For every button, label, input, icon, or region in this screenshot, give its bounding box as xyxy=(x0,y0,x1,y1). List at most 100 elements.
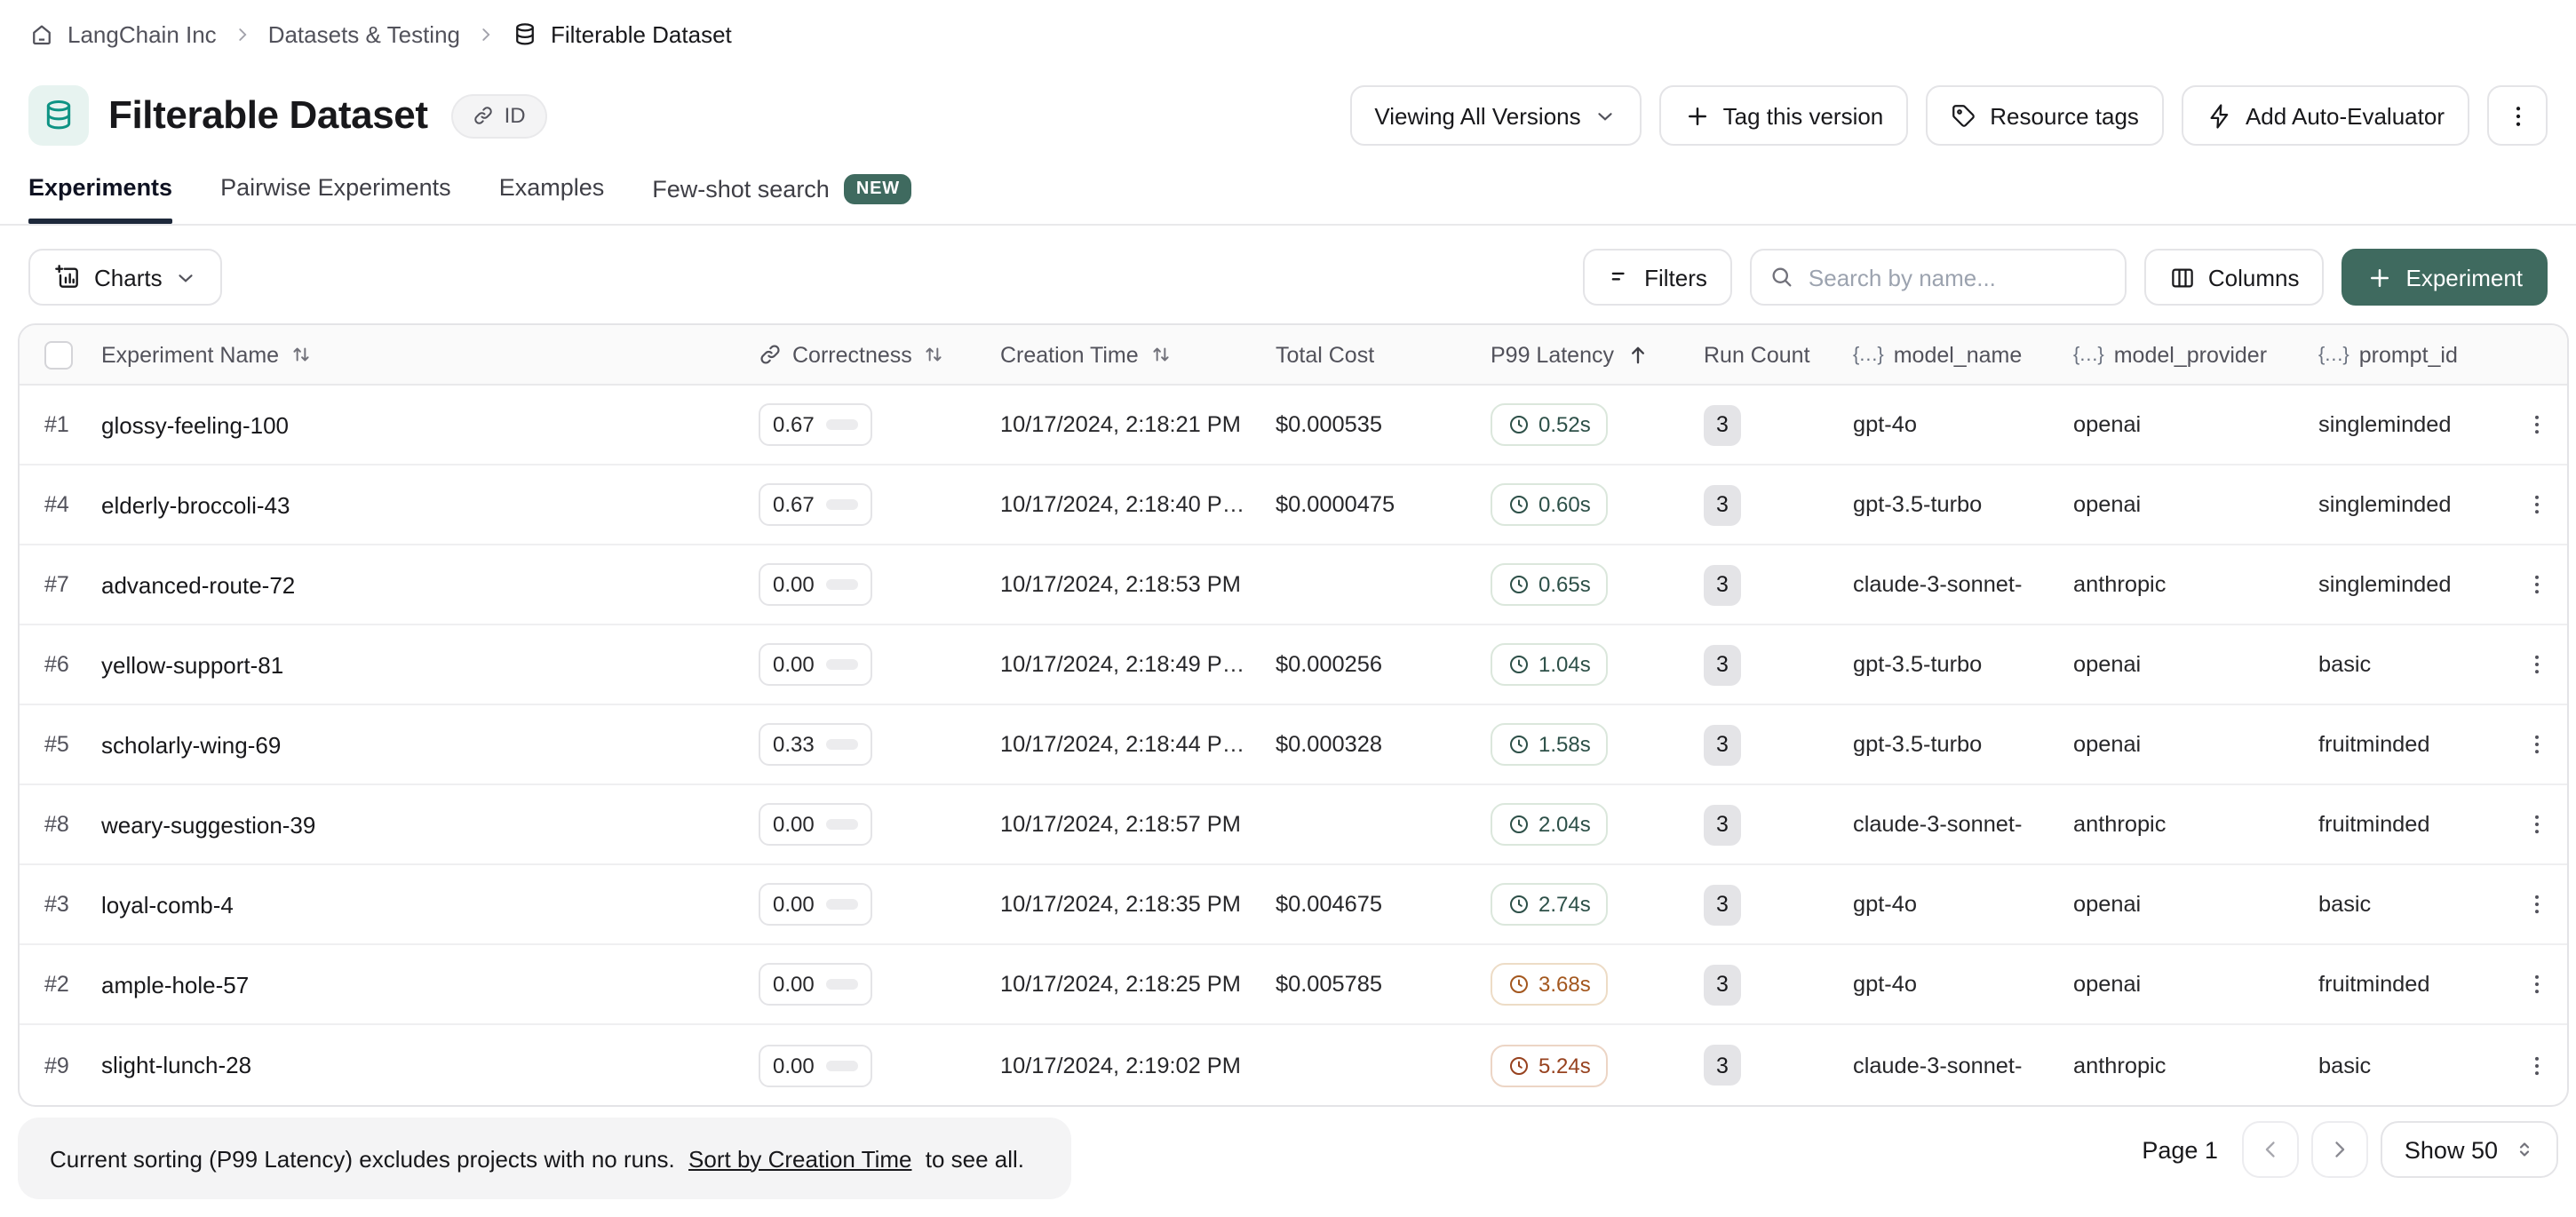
creation-time: 10/17/2024, 2:18:57 PM xyxy=(1000,812,1276,837)
experiment-name[interactable]: loyal-comb-4 xyxy=(101,891,759,918)
charts-button[interactable]: Charts xyxy=(28,249,223,306)
sorting-toast: Current sorting (P99 Latency) excludes p… xyxy=(18,1118,1071,1199)
correctness-value: 0.00 xyxy=(773,1053,815,1078)
table-row[interactable]: #7 advanced-route-72 0.00 10/17/2024, 2:… xyxy=(20,545,2567,625)
row-menu-button[interactable] xyxy=(2524,652,2549,677)
col-header-run-count[interactable]: Run Count xyxy=(1704,342,1853,367)
tag-version-button[interactable]: Tag this version xyxy=(1659,85,1909,146)
sort-ascending-icon xyxy=(1625,342,1650,367)
correctness-bar-track xyxy=(827,419,858,430)
metadata-braces-icon: {…} xyxy=(1853,344,1883,365)
page-label: Page 1 xyxy=(2142,1136,2218,1163)
select-all-checkbox[interactable] xyxy=(44,340,73,369)
tab-experiments[interactable]: Experiments xyxy=(28,174,172,222)
breadcrumb-org-label: LangChain Inc xyxy=(68,21,217,48)
latency-badge: 3.68s xyxy=(1491,963,1609,1006)
row-menu-button[interactable] xyxy=(2524,1053,2549,1078)
breadcrumb-current[interactable]: Filterable Dataset xyxy=(512,21,732,48)
experiment-name[interactable]: ample-hole-57 xyxy=(101,971,759,998)
latency-badge: 5.24s xyxy=(1491,1044,1609,1086)
page-title: Filterable Dataset xyxy=(108,92,428,139)
col-header-creation-time[interactable]: Creation Time xyxy=(1000,342,1276,367)
correctness-bar-track xyxy=(827,579,858,590)
table-row[interactable]: #3 loyal-comb-4 0.00 10/17/2024, 2:18:35… xyxy=(20,865,2567,945)
row-menu-button[interactable] xyxy=(2524,492,2549,517)
add-auto-evaluator-button[interactable]: Add Auto-Evaluator xyxy=(2182,85,2469,146)
new-experiment-button[interactable]: Experiment xyxy=(2342,249,2548,306)
table-row[interactable]: #4 elderly-broccoli-43 0.67 10/17/2024, … xyxy=(20,465,2567,545)
row-menu-button[interactable] xyxy=(2524,572,2549,597)
row-menu-button[interactable] xyxy=(2524,412,2549,437)
search-input[interactable] xyxy=(1809,264,2121,290)
breadcrumb-datasets[interactable]: Datasets & Testing xyxy=(268,21,460,48)
tab-pairwise-experiments[interactable]: Pairwise Experiments xyxy=(220,174,451,222)
sort-by-creation-time-link[interactable]: Sort by Creation Time xyxy=(688,1145,911,1172)
correctness-score: 0.00 xyxy=(759,803,872,846)
col-header-p99-latency[interactable]: P99 Latency xyxy=(1491,342,1704,367)
col-header-experiment-name[interactable]: Experiment Name xyxy=(101,342,759,367)
table-row[interactable]: #2 ample-hole-57 0.00 10/17/2024, 2:18:2… xyxy=(20,945,2567,1025)
header-more-button[interactable] xyxy=(2487,85,2548,146)
table-row[interactable]: #9 slight-lunch-28 0.00 10/17/2024, 2:19… xyxy=(20,1025,2567,1105)
run-count-badge: 3 xyxy=(1704,964,1741,1005)
model-provider: openai xyxy=(2073,492,2318,517)
tab-few-shot-search[interactable]: Few-shot search NEW xyxy=(652,174,912,226)
tag-icon xyxy=(1951,102,1977,129)
page-size-select[interactable]: Show 50 xyxy=(2381,1121,2558,1178)
model-name: gpt-4o xyxy=(1853,972,2073,997)
experiment-name[interactable]: glossy-feeling-100 xyxy=(101,411,759,438)
experiment-name[interactable]: yellow-support-81 xyxy=(101,651,759,678)
table-row[interactable]: #6 yellow-support-81 0.00 10/17/2024, 2:… xyxy=(20,625,2567,705)
total-cost: $0.005785 xyxy=(1276,972,1491,997)
previous-page-button[interactable] xyxy=(2243,1121,2300,1178)
filters-button[interactable]: Filters xyxy=(1582,249,1732,306)
up-down-chevrons-icon xyxy=(2514,1139,2535,1160)
dataset-id-pill[interactable]: ID xyxy=(451,93,547,138)
row-menu-button[interactable] xyxy=(2524,732,2549,757)
row-menu-button[interactable] xyxy=(2524,812,2549,837)
experiment-name[interactable]: slight-lunch-28 xyxy=(101,1052,759,1078)
breadcrumb-org[interactable]: LangChain Inc xyxy=(28,21,217,48)
total-cost: $0.004675 xyxy=(1276,892,1491,917)
prompt-id: singleminded xyxy=(2318,412,2517,437)
id-pill-label: ID xyxy=(505,103,526,128)
model-provider: openai xyxy=(2073,892,2318,917)
table-row[interactable]: #8 weary-suggestion-39 0.00 10/17/2024, … xyxy=(20,785,2567,865)
row-menu-button[interactable] xyxy=(2524,972,2549,997)
col-header-model-name[interactable]: {…} model_name xyxy=(1853,342,2073,367)
app-root: LangChain Inc Datasets & Testing Filtera… xyxy=(0,0,2576,1217)
correctness-bar-track xyxy=(827,979,858,990)
latency-badge: 1.58s xyxy=(1491,723,1609,766)
latency-value: 0.60s xyxy=(1538,492,1591,517)
table-header-row: Experiment Name Correctness Creation Tim… xyxy=(20,325,2567,386)
viewing-versions-button[interactable]: Viewing All Versions xyxy=(1349,85,1641,146)
correctness-value: 0.00 xyxy=(773,652,815,677)
model-provider: openai xyxy=(2073,652,2318,677)
experiment-name[interactable]: advanced-route-72 xyxy=(101,571,759,598)
prompt-id: singleminded xyxy=(2318,492,2517,517)
experiment-name[interactable]: scholarly-wing-69 xyxy=(101,731,759,758)
columns-button[interactable]: Columns xyxy=(2144,249,2325,306)
prompt-id: basic xyxy=(2318,892,2517,917)
col-header-model-provider[interactable]: {…} model_provider xyxy=(2073,342,2318,367)
clock-icon xyxy=(1508,814,1530,835)
table-row[interactable]: #5 scholarly-wing-69 0.33 10/17/2024, 2:… xyxy=(20,705,2567,785)
clock-icon xyxy=(1508,1054,1530,1076)
total-cost: $0.000535 xyxy=(1276,412,1491,437)
col-header-total-cost[interactable]: Total Cost xyxy=(1276,342,1491,367)
resource-tags-button[interactable]: Resource tags xyxy=(1926,85,2164,146)
model-provider: anthropic xyxy=(2073,812,2318,837)
tab-label: Examples xyxy=(499,174,605,201)
col-header-prompt-id[interactable]: {…} prompt_id xyxy=(2318,342,2517,367)
table-row[interactable]: #1 glossy-feeling-100 0.67 10/17/2024, 2… xyxy=(20,386,2567,465)
next-page-button[interactable] xyxy=(2312,1121,2369,1178)
row-menu-button[interactable] xyxy=(2524,892,2549,917)
col-header-correctness[interactable]: Correctness xyxy=(759,342,1000,367)
tab-examples[interactable]: Examples xyxy=(499,174,605,222)
metadata-braces-icon: {…} xyxy=(2318,344,2349,365)
tab-label: Few-shot search xyxy=(652,176,830,203)
experiment-name[interactable]: elderly-broccoli-43 xyxy=(101,491,759,518)
experiment-name[interactable]: weary-suggestion-39 xyxy=(101,811,759,838)
creation-time: 10/17/2024, 2:18:40 P… xyxy=(1000,492,1276,517)
pagination: Page 1 Show 50 xyxy=(2142,1121,2558,1178)
